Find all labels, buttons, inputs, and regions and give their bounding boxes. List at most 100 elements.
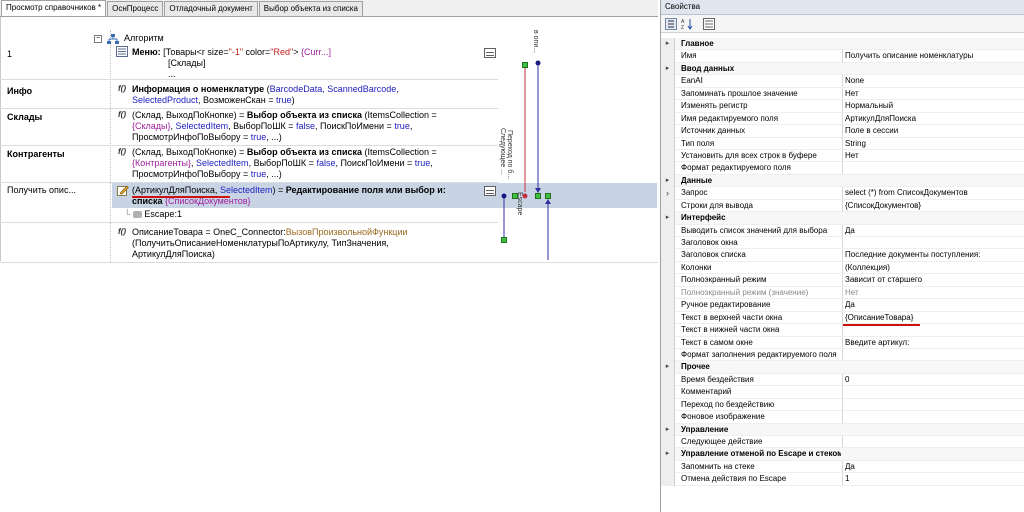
property-row[interactable]: Имя редактируемого поля АртикулДляПоиска [661, 112, 1024, 126]
property-row[interactable]: Изменять регистр Нормальный [661, 100, 1024, 113]
property-value[interactable]: Поле в сессии [845, 125, 1023, 137]
property-row[interactable]: Отмена действия по Escape 1 [661, 473, 1024, 486]
property-category-row[interactable]: ▸ Ввод данных [661, 62, 1024, 76]
red-underline-annotation [843, 324, 920, 326]
property-row[interactable]: Ручное редактирование Да [661, 299, 1024, 312]
property-value[interactable]: АртикулДляПоиска [845, 113, 1023, 125]
warehouses-line-2d: , ВыборПоШК = [228, 121, 296, 131]
property-row[interactable]: Строки для вывода {СписокДокументов} [661, 199, 1024, 213]
table-icon[interactable] [484, 48, 496, 58]
description-line-2: (ПолучитьОписаниеНоменклатурыПоАртикулу,… [132, 238, 389, 248]
tab-debug-document[interactable]: Отладочный документ [164, 1, 258, 16]
description-line-3: АртикулДляПоиска) [132, 249, 215, 259]
property-value[interactable]: (Коллекция) [845, 262, 1023, 274]
property-row[interactable]: Запоминать прошлое значение Нет [661, 87, 1024, 101]
property-row[interactable]: Текст в самом окне Введите артикул: [661, 336, 1024, 349]
property-value[interactable]: 1 [845, 473, 1023, 485]
property-value[interactable]: select (*) from СписокДокументов [845, 187, 1023, 199]
escape-branch[interactable]: └ Escape:1 [124, 209, 182, 219]
row-label-info[interactable]: Инфо [7, 86, 32, 96]
property-value[interactable]: Зависит от старшего [845, 274, 1023, 286]
property-category-row[interactable]: ▸ Главное [661, 38, 1024, 51]
flow-node [545, 193, 551, 199]
tab-select-from-list[interactable]: Выбор объекта из списка [258, 1, 363, 16]
property-value[interactable]: Да [845, 299, 1023, 311]
contractors-line-2g: true [414, 158, 431, 168]
property-row[interactable]: Следующее действие [661, 436, 1024, 449]
property-category-row[interactable]: ▸ Интерфейс [661, 212, 1024, 225]
property-value[interactable]: Последние документы поступления: [845, 249, 1023, 261]
warehouses-line-1c: (ItemsCollection = [362, 110, 437, 120]
property-row[interactable]: Запомнить на стеке Да [661, 460, 1024, 474]
warehouses-statement[interactable]: (Склад, ВыходПоКнопке) = Выбор объекта и… [132, 110, 512, 143]
property-value[interactable]: {СписокДокументов} [845, 200, 1023, 212]
property-value[interactable]: Да [845, 461, 1023, 473]
property-row[interactable]: Формат редактируемого поля [661, 162, 1024, 175]
property-row[interactable]: Колонки (Коллекция) [661, 261, 1024, 275]
algorithm-root-node[interactable]: − Алгоритм [94, 33, 164, 44]
property-row[interactable]: Выводить список значений для выбора Да [661, 224, 1024, 237]
property-row[interactable]: Переход по бездействию [661, 398, 1024, 412]
property-row[interactable]: Полноэкранный режим (значение) Нет [661, 286, 1024, 300]
property-name: EanAI [681, 76, 703, 86]
tab-directory-view[interactable]: Просмотр справочников * [1, 0, 107, 16]
property-row[interactable]: Источник данных Поле в сессии [661, 125, 1024, 138]
row-gutter [661, 125, 675, 138]
row-gutter [661, 199, 675, 213]
contractors-statement[interactable]: (Склад, ВыходПоКнопке) = Выбор объекта и… [132, 147, 512, 180]
property-row[interactable]: EanAI None [661, 75, 1024, 88]
property-value[interactable]: None [845, 75, 1023, 87]
row-label-step-1[interactable]: 1 [7, 49, 12, 59]
property-row[interactable]: Формат заполнения редактируемого поля [661, 348, 1024, 362]
property-value[interactable]: Нормальный [845, 100, 1023, 112]
property-row[interactable]: Установить для всех строк в буфере Нет [661, 149, 1024, 163]
property-category-row[interactable]: ▸ Данные [661, 174, 1024, 188]
tab-main-process[interactable]: ОснПроцесс [107, 1, 164, 16]
property-row[interactable]: Имя Получить описание номенклатуры [661, 50, 1024, 63]
row-label-warehouses[interactable]: Склады [7, 112, 42, 122]
menu-line-1c: color= [243, 47, 271, 57]
property-row[interactable]: Текст в верхней части окна {ОписаниеТовар… [661, 311, 1024, 325]
collapse-icon[interactable]: − [94, 34, 102, 43]
property-row[interactable]: Полноэкранный режим Зависит от старшего [661, 274, 1024, 287]
row-gutter [661, 87, 675, 101]
property-row[interactable]: Заголовок списка Последние документы пост… [661, 249, 1024, 262]
property-row[interactable]: Время бездействия 0 [661, 373, 1024, 387]
flow-arrowhead [535, 188, 541, 193]
function-icon: f() [118, 227, 126, 236]
property-name: Выводить список значений для выбора [681, 225, 828, 235]
row-label-contractors[interactable]: Контрагенты [7, 149, 65, 159]
warehouses-line-3a: ПросмотрИнфоПоВыбору = [132, 132, 251, 142]
categorized-view-icon[interactable] [665, 18, 677, 30]
table-icon[interactable] [484, 186, 496, 196]
row-label-get-description[interactable]: Получить опис... [7, 185, 76, 195]
property-value[interactable]: Да [845, 225, 1023, 237]
property-value[interactable]: Нет [845, 287, 1023, 299]
property-category-row[interactable]: ▸ Управление [661, 423, 1024, 436]
property-name: Изменять регистр [681, 101, 748, 111]
contractors-line-2c: SelectedItem [196, 158, 249, 168]
property-value[interactable]: Нет [845, 88, 1023, 100]
sort-alphabetical-icon[interactable]: A Z [681, 18, 693, 30]
menu-statement[interactable]: Меню: [Товары<r size="-1" color="Red"> {… [132, 47, 512, 80]
property-category-row[interactable]: ▸ Управление отменой по Escape и стеком о… [661, 448, 1024, 461]
property-row[interactable]: Комментарий [661, 386, 1024, 399]
property-value[interactable]: Получить описание номенклатуры [845, 50, 1023, 62]
property-row[interactable]: Фоновое изображение [661, 411, 1024, 424]
property-row[interactable]: Тип поля String [661, 137, 1024, 150]
property-value[interactable]: {ОписаниеТовара} [845, 312, 1023, 324]
info-statement[interactable]: Информация о номенклатуре (BarcodeData, … [132, 84, 512, 106]
description-line-1a: ОписаниеТовара = OneC_Connector: [132, 227, 286, 237]
properties-toolbar: A Z [661, 15, 1024, 33]
property-pages-icon[interactable] [703, 18, 715, 30]
property-row[interactable]: › Запрос select (*) from СписокДокументов [661, 187, 1024, 200]
property-value[interactable]: String [845, 138, 1023, 150]
property-value[interactable]: Нет [845, 150, 1023, 162]
description-statement[interactable]: ОписаниеТовара = OneC_Connector:ВызовПро… [132, 227, 512, 260]
property-category-row[interactable]: ▸ Прочее [661, 361, 1024, 374]
property-value[interactable]: Введите артикул: [845, 337, 1023, 349]
property-name: Источник данных [681, 126, 746, 136]
property-row[interactable]: Заголовок окна [661, 237, 1024, 250]
property-value[interactable]: 0 [845, 374, 1023, 386]
property-name: Комментарий [681, 387, 732, 397]
